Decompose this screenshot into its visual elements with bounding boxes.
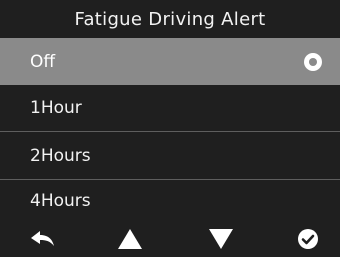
confirm-button[interactable] xyxy=(288,221,328,257)
option-off[interactable]: Off xyxy=(0,38,340,85)
up-arrow-icon xyxy=(118,229,142,249)
confirm-icon xyxy=(298,229,318,249)
title-bar: Fatigue Driving Alert xyxy=(0,0,340,38)
option-label: 4Hours xyxy=(30,191,91,211)
option-4hours[interactable]: 4Hours xyxy=(0,181,340,221)
settings-screen: Fatigue Driving Alert Off 1Hour 2Hours 4… xyxy=(0,0,340,257)
option-label: 2Hours xyxy=(30,146,91,166)
option-label: 1Hour xyxy=(30,98,82,118)
option-2hours[interactable]: 2Hours xyxy=(0,133,340,180)
down-button[interactable] xyxy=(201,221,241,257)
option-1hour[interactable]: 1Hour xyxy=(0,85,340,132)
option-label: Off xyxy=(30,51,56,72)
up-button[interactable] xyxy=(110,221,150,257)
back-button[interactable] xyxy=(22,221,62,257)
radio-selected-icon xyxy=(304,52,322,71)
page-title: Fatigue Driving Alert xyxy=(74,8,266,30)
back-icon xyxy=(31,231,54,246)
navigation-bar xyxy=(0,221,340,257)
down-arrow-icon xyxy=(209,229,233,249)
